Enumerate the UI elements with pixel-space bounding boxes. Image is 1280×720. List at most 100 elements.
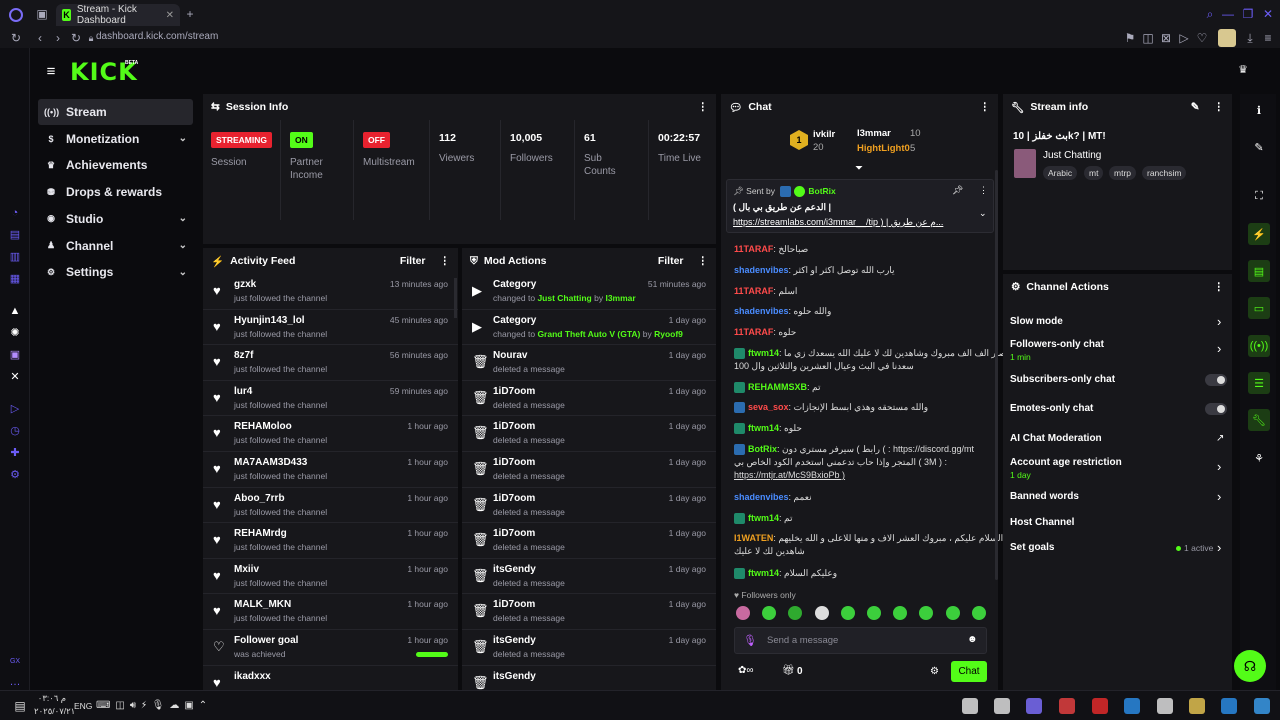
chat-message[interactable]: ftwm14: تم bbox=[734, 513, 793, 525]
channel-action-subscribers-only-chat[interactable]: Subscribers-only chat bbox=[1010, 374, 1115, 385]
activity-scrollbar[interactable] bbox=[454, 278, 457, 318]
mod-row[interactable]: ▶ Category changed to Grand Theft Auto V (… bbox=[462, 310, 716, 346]
info-icon[interactable]: ℹ bbox=[1248, 99, 1270, 121]
activity-name[interactable]: 8z7f bbox=[234, 350, 253, 361]
channel-action-slow-mode[interactable]: Slow mode bbox=[1010, 316, 1063, 327]
unpin-icon[interactable]: 📌︎ bbox=[952, 185, 963, 196]
channel-actions-menu-icon[interactable]: ⋮ bbox=[1214, 281, 1225, 293]
chat-username[interactable]: ftwm14 bbox=[748, 568, 779, 578]
mod-detail-user[interactable]: Ryoof9 bbox=[654, 329, 683, 339]
mod-filter-button[interactable]: Filter bbox=[658, 255, 684, 267]
activity-row[interactable]: ♥ ikadxxx bbox=[203, 666, 458, 690]
activity-menu-icon[interactable]: ⋮ bbox=[440, 255, 451, 267]
pinned-menu-icon[interactable]: ⋮ bbox=[979, 185, 988, 196]
channel-action-banned-words[interactable]: Banned words bbox=[1010, 491, 1079, 502]
tab-close-icon[interactable]: ✕ bbox=[166, 10, 174, 21]
chat-username[interactable]: BotRix bbox=[748, 444, 777, 454]
mod-row[interactable]: 🗑︎ 1iD7oom deleted a message 1 day ago bbox=[462, 488, 716, 524]
activity-row[interactable]: ♥ 8z7f just followed the channel 56 minutes… bbox=[203, 345, 458, 381]
activity-name[interactable]: gzxk bbox=[234, 279, 256, 290]
activity-row[interactable]: ♥ lur4 just followed the channel 59 minutes… bbox=[203, 381, 458, 417]
mod-row[interactable]: 🗑︎ 1iD7oom deleted a message 1 day ago bbox=[462, 523, 716, 559]
forward-icon[interactable]: › bbox=[52, 31, 64, 45]
chat-username[interactable]: ftwm14 bbox=[748, 513, 779, 523]
language-indicator[interactable]: ENG bbox=[74, 701, 92, 711]
nav-item-monetization[interactable]: $ Monetization ⌄ bbox=[38, 126, 193, 152]
mod-row[interactable]: ▶ Category changed to Just Chatting by I3m… bbox=[462, 274, 716, 310]
twitch-rail-icon[interactable]: ▥ bbox=[9, 251, 21, 263]
activity-row[interactable]: ♥ REHAMrdg just followed the channel 1 hour… bbox=[203, 523, 458, 559]
clock-time[interactable]: م ٠٣:٠٦ bbox=[36, 693, 66, 704]
nav-item-achievements[interactable]: ♛ Achievements bbox=[38, 152, 193, 178]
fullscreen-icon[interactable]: ⛶ bbox=[1248, 185, 1270, 207]
emote-icon[interactable] bbox=[736, 606, 750, 620]
mod-menu-icon[interactable]: ⋮ bbox=[698, 255, 709, 267]
activity-name[interactable]: MA7AAM3D433 bbox=[234, 457, 307, 468]
chat-username[interactable]: ftwm14 bbox=[748, 423, 779, 433]
chat-message[interactable]: REHAMMSXB: تم bbox=[734, 382, 821, 394]
activity-name[interactable]: Mxiiv bbox=[234, 564, 259, 575]
activity-name[interactable]: ikadxxx bbox=[234, 671, 271, 682]
chevron-down-icon[interactable]: ⌄ bbox=[179, 267, 187, 278]
mod-name[interactable]: Category bbox=[493, 279, 536, 290]
chevron-down-icon[interactable]: ⌄ bbox=[179, 133, 187, 144]
chat-message[interactable]: 11TARAF: صباحالخ bbox=[734, 244, 808, 255]
emote-icon[interactable] bbox=[814, 606, 829, 620]
bag-icon[interactable]: ▤ bbox=[9, 229, 21, 241]
activity-row[interactable]: ♥ REHAMoloo just followed the channel 1 hou… bbox=[203, 416, 458, 452]
session-menu-icon[interactable]: ⋮ bbox=[698, 101, 709, 113]
mod-detail-user[interactable]: I3mmar bbox=[605, 293, 635, 303]
player-rail-icon[interactable]: ▷ bbox=[9, 403, 21, 415]
chatgpt-rail-icon[interactable]: ✺ bbox=[9, 327, 21, 339]
mod-name[interactable]: 1iD7oom bbox=[493, 457, 535, 468]
chat-message[interactable]: seva_sox: والله مستحقه وهذي ابسط الإنجاز… bbox=[734, 402, 928, 414]
category-name[interactable]: Just Chatting bbox=[1043, 150, 1101, 161]
channel-action-ai-chat-moderation[interactable]: AI Chat Moderation bbox=[1010, 433, 1102, 444]
emote-icon[interactable] bbox=[867, 606, 881, 620]
mod-name[interactable]: 1iD7oom bbox=[493, 528, 535, 539]
channel-action-set-goals[interactable]: Set goals bbox=[1010, 542, 1054, 553]
new-tab-icon[interactable]: + bbox=[184, 7, 196, 21]
search-tabs-icon[interactable]: ⌕ bbox=[1204, 7, 1216, 21]
leader-name[interactable]: HightLight0 bbox=[857, 143, 910, 154]
emote-icon[interactable] bbox=[971, 606, 986, 620]
mod-name[interactable]: 1iD7oom bbox=[493, 421, 535, 432]
connections-icon[interactable]: ⚘ bbox=[1248, 447, 1270, 469]
bookmark-icon[interactable]: ⚑ bbox=[1124, 31, 1136, 45]
maximize-icon[interactable]: ❐ bbox=[1242, 7, 1254, 21]
chevron-right-icon[interactable]: › bbox=[1217, 341, 1221, 356]
mod-name[interactable]: itsGendy bbox=[493, 635, 536, 646]
leader-name[interactable]: I3mmar bbox=[857, 128, 891, 139]
edge-icon[interactable] bbox=[1124, 698, 1140, 714]
chat-username[interactable]: shadenvibes bbox=[734, 492, 789, 502]
chat-username[interactable]: shadenvibes bbox=[734, 265, 789, 275]
activity-name[interactable]: Hyunjin143_lol bbox=[234, 315, 305, 326]
extensions-rail-icon[interactable]: ✚ bbox=[9, 447, 21, 459]
mod-row[interactable]: 🗑︎ 1iD7oom deleted a message 1 day ago bbox=[462, 594, 716, 630]
chat-message[interactable]: ftwm14: عصار الف الف مبروك وشاهدين لك لا… bbox=[734, 348, 1012, 372]
opera-gx-logo-icon[interactable] bbox=[9, 8, 23, 22]
notifications-icon[interactable]: ▤ bbox=[12, 699, 28, 713]
reload-sidebar-icon[interactable]: ↻ bbox=[10, 31, 22, 45]
microphone-icon[interactable]: 🎙︎ bbox=[743, 634, 757, 647]
mod-detail-category[interactable]: Just Chatting bbox=[537, 293, 591, 303]
reload-icon[interactable]: ↻ bbox=[70, 31, 82, 45]
chat-settings-icon[interactable]: ⚙ bbox=[930, 666, 939, 677]
wrench-tool-icon[interactable]: 🔧︎ bbox=[1248, 409, 1270, 431]
expand-leaders-icon[interactable]: ⏷ bbox=[855, 163, 865, 174]
gx-corner-icon[interactable]: ◔ bbox=[9, 207, 21, 219]
chat-username[interactable]: ftwm14 bbox=[748, 348, 779, 358]
activity-row[interactable]: ♥ Hyunjin143_lol just followed the channel… bbox=[203, 310, 458, 346]
activity-filter-button[interactable]: Filter bbox=[400, 255, 426, 267]
activity-row[interactable]: ♥ MA7AAM3D433 just followed the channel 1 h… bbox=[203, 452, 458, 488]
chat-username[interactable]: shadenvibes bbox=[734, 306, 789, 316]
chat-message[interactable]: 11TARAF: حلوه bbox=[734, 327, 796, 338]
download-icon[interactable]: ⤓ bbox=[1244, 31, 1256, 45]
user-avatar-icon[interactable]: ♛ bbox=[1234, 63, 1252, 77]
chat-username[interactable]: 11TARAF bbox=[734, 286, 773, 296]
chat-tool-icon[interactable]: ▭ bbox=[1248, 297, 1270, 319]
mod-row[interactable]: 🗑︎ Nourav deleted a message 1 day ago bbox=[462, 345, 716, 381]
extension-avatar-icon[interactable] bbox=[1218, 29, 1236, 47]
more-rail-icon[interactable]: … bbox=[9, 676, 21, 688]
player-icon[interactable]: ▷ bbox=[1178, 31, 1190, 45]
